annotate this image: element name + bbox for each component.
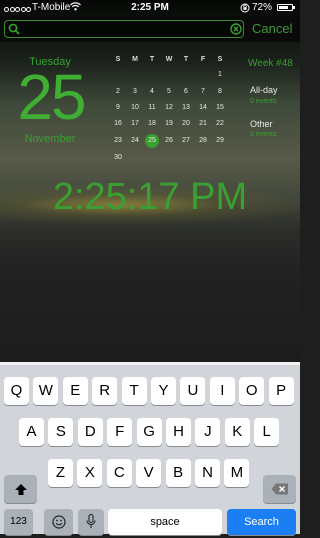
calendar-day[interactable]: 3 xyxy=(127,88,143,95)
calendar-day[interactable]: 14 xyxy=(195,104,211,111)
battery-nub xyxy=(293,6,295,9)
key-u[interactable]: U xyxy=(180,377,206,405)
calendar-day[interactable]: 9 xyxy=(110,104,126,111)
calendar-day[interactable]: 5 xyxy=(161,88,177,95)
calendar-day[interactable]: 19 xyxy=(161,120,177,127)
calendar-day[interactable]: 27 xyxy=(178,137,194,144)
keyboard: QWERTYUIOP ASDFGHJKL ZXCVBNM 123 space S… xyxy=(0,365,300,535)
key-o[interactable]: O xyxy=(239,377,265,405)
other-count: 3 events xyxy=(250,131,277,138)
key-f[interactable]: F xyxy=(107,418,133,446)
calendar-day[interactable]: 28 xyxy=(195,137,211,144)
calendar-day[interactable]: 1 xyxy=(212,71,228,78)
allday-count: 0 events xyxy=(250,98,277,105)
space-key[interactable]: space xyxy=(108,509,222,535)
clear-search-icon[interactable] xyxy=(230,23,242,35)
day-number: 25 xyxy=(17,61,86,133)
key-b[interactable]: B xyxy=(165,459,191,487)
key-g[interactable]: G xyxy=(136,418,162,446)
calendar-day[interactable]: 18 xyxy=(144,120,160,127)
key-p[interactable]: P xyxy=(268,377,294,405)
calendar-weekday-header: F xyxy=(200,56,206,63)
calendar-day[interactable]: 8 xyxy=(212,88,228,95)
key-r[interactable]: R xyxy=(92,377,118,405)
mic-key[interactable] xyxy=(78,509,104,535)
numbers-key[interactable]: 123 xyxy=(4,509,33,535)
battery-level-fill xyxy=(279,6,288,9)
key-y[interactable]: Y xyxy=(151,377,176,405)
key-a[interactable]: A xyxy=(19,418,44,446)
key-k[interactable]: K xyxy=(224,418,250,446)
key-t[interactable]: T xyxy=(121,377,147,405)
key-l[interactable]: L xyxy=(254,418,280,446)
key-q[interactable]: Q xyxy=(4,377,29,405)
emoji-key[interactable] xyxy=(44,509,73,535)
calendar-day[interactable]: 11 xyxy=(144,104,160,111)
calendar-day[interactable]: 30 xyxy=(110,154,126,161)
key-c[interactable]: C xyxy=(106,459,132,487)
key-s[interactable]: S xyxy=(48,418,74,446)
calendar-day[interactable]: 24 xyxy=(127,137,143,144)
digital-clock: 2:25:17 PM xyxy=(52,176,248,218)
key-x[interactable]: X xyxy=(77,459,103,487)
calendar-day[interactable]: 2 xyxy=(110,88,126,95)
microphone-icon xyxy=(86,513,96,528)
calendar-day[interactable]: 10 xyxy=(127,104,143,111)
key-z[interactable]: Z xyxy=(48,459,73,487)
search-key[interactable]: Search xyxy=(227,509,296,535)
search-icon xyxy=(8,23,20,35)
key-i[interactable]: I xyxy=(209,377,235,405)
calendar-day[interactable]: 29 xyxy=(212,137,228,144)
status-bar: T-Mobile 2:25 PM 72% xyxy=(0,0,300,16)
calendar-day[interactable]: 16 xyxy=(110,120,126,127)
calendar-day[interactable]: 20 xyxy=(178,120,194,127)
calendar-day[interactable]: 21 xyxy=(195,120,211,127)
delete-icon xyxy=(271,483,288,495)
calendar-day[interactable]: 23 xyxy=(110,137,126,144)
key-h[interactable]: H xyxy=(166,418,191,446)
shift-key[interactable] xyxy=(4,475,37,503)
calendar-day-selected[interactable]: 25 xyxy=(144,137,160,144)
other-title[interactable]: Other xyxy=(250,119,273,129)
widget-panel: T-Mobile 2:25 PM 72% Cancel Tuesday 25 N… xyxy=(0,0,300,362)
calendar-weekday-header: M xyxy=(132,56,138,63)
calendar-day[interactable]: 4 xyxy=(144,88,160,95)
week-number: Week #48 xyxy=(248,58,293,69)
key-d[interactable]: D xyxy=(77,418,103,446)
orientation-lock-icon xyxy=(240,3,250,13)
calendar-day[interactable]: 7 xyxy=(195,88,211,95)
battery-percent: 72% xyxy=(252,2,273,13)
calendar-day[interactable]: 17 xyxy=(127,120,143,127)
calendar-weekday-header: S xyxy=(115,56,121,63)
calendar-weekday-header: T xyxy=(183,56,189,63)
allday-title[interactable]: All-day xyxy=(250,85,278,95)
key-j[interactable]: J xyxy=(195,418,221,446)
calendar-day[interactable]: 26 xyxy=(161,137,177,144)
calendar-weekday-header: W xyxy=(165,56,173,63)
search-input[interactable] xyxy=(4,20,244,38)
key-v[interactable]: V xyxy=(136,459,162,487)
calendar-day[interactable]: 15 xyxy=(212,104,228,111)
month-label: November xyxy=(24,133,76,145)
calendar-day[interactable]: 12 xyxy=(161,104,177,111)
shift-icon xyxy=(14,484,27,495)
key-n[interactable]: N xyxy=(195,459,220,487)
calendar-day[interactable]: 13 xyxy=(178,104,194,111)
battery-icon xyxy=(277,4,293,11)
emoji-icon xyxy=(51,515,66,529)
key-m[interactable]: M xyxy=(224,459,250,487)
cancel-button[interactable]: Cancel xyxy=(252,21,292,36)
calendar-day[interactable]: 22 xyxy=(212,120,228,127)
key-w[interactable]: W xyxy=(33,377,59,405)
delete-key[interactable] xyxy=(263,475,296,503)
calendar-weekday-header: S xyxy=(217,56,223,63)
key-e[interactable]: E xyxy=(62,377,88,405)
calendar-day[interactable]: 6 xyxy=(178,88,194,95)
calendar-weekday-header: T xyxy=(149,56,155,63)
